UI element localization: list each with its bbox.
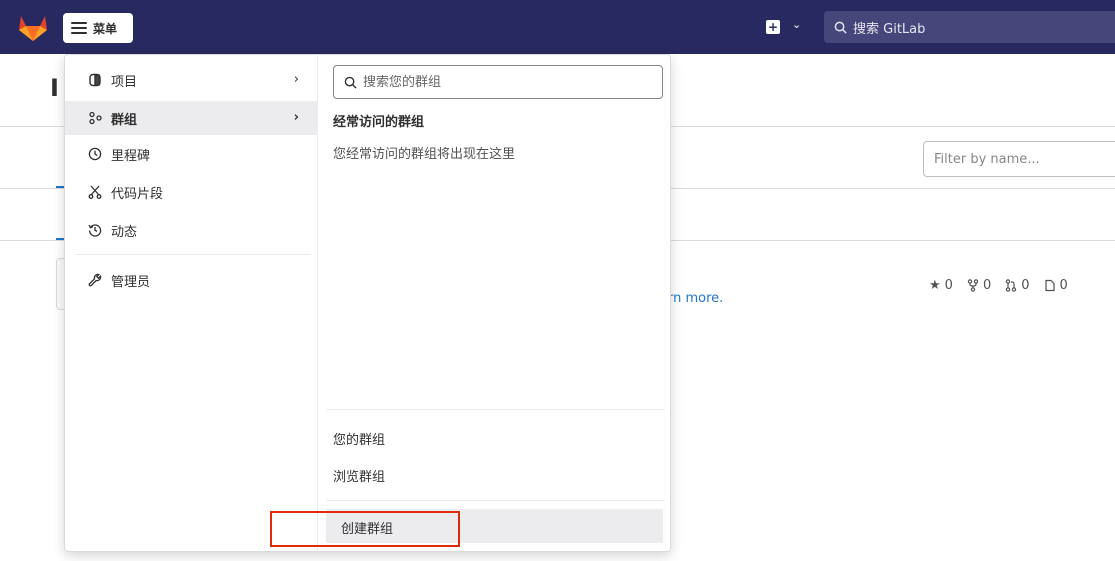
merge-requests-count: 0 <box>1021 278 1030 293</box>
chevron-down-icon[interactable]: ⌄ <box>792 18 801 31</box>
main-menu-label: 菜单 <box>93 21 118 36</box>
group-search-input[interactable] <box>363 74 653 90</box>
menu-item-milestones[interactable]: 里程碑 <box>65 137 317 171</box>
menu-item-label: 管理员 <box>111 274 151 290</box>
menu-item-groups[interactable]: 群组 › <box>65 101 317 135</box>
star-icon: ★ <box>929 278 941 293</box>
group-search-box[interactable] <box>333 65 663 99</box>
issues-count: 0 <box>1059 278 1068 293</box>
forks-count: 0 <box>982 278 992 293</box>
menu-right-column: 经常访问的群组 您经常访问的群组将出现在这里 您的群组 浏览群组 创建群组 <box>317 55 672 551</box>
explore-groups-link[interactable]: 浏览群组 <box>333 466 385 485</box>
menu-item-label: 群组 <box>111 112 138 128</box>
fork-icon <box>967 279 979 292</box>
clock-icon <box>87 146 103 162</box>
project-icon <box>87 72 103 88</box>
project-stats: ★ 0 0 0 0 <box>929 278 1068 293</box>
group-icon <box>87 110 103 126</box>
menu-left-column: 项目 › 群组 › 里程碑 代码片段 动态 管理员 <box>65 55 317 551</box>
merge-request-icon <box>1006 279 1017 292</box>
menu-item-label: 动态 <box>111 224 138 240</box>
menu-item-label: 代码片段 <box>111 186 164 202</box>
issues-stat[interactable]: 0 <box>1044 278 1068 293</box>
divider <box>326 409 665 410</box>
divider <box>326 500 665 501</box>
top-navbar: 菜单 + ⌄ 搜索 GitLab <box>0 0 1115 54</box>
plus-square-icon[interactable]: + <box>766 20 780 34</box>
learn-more-link[interactable]: rn more. <box>668 291 723 306</box>
menu-item-activity[interactable]: 动态 <box>65 213 317 247</box>
page-title: I <box>50 74 59 102</box>
admin-wrench-icon <box>87 272 103 288</box>
issues-icon <box>1044 279 1055 292</box>
frequent-groups-empty-text: 您经常访问的群组将出现在这里 <box>333 147 516 162</box>
merge-requests-stat[interactable]: 0 <box>1005 278 1030 293</box>
search-icon <box>834 21 847 34</box>
chevron-right-icon: › <box>293 110 299 125</box>
stars-stat[interactable]: ★ 0 <box>929 278 953 293</box>
gitlab-logo-icon[interactable] <box>16 12 50 42</box>
global-search-placeholder: 搜索 GitLab <box>853 21 926 37</box>
menu-item-projects[interactable]: 项目 › <box>65 63 317 97</box>
divider <box>75 254 311 255</box>
stars-count: 0 <box>944 278 953 293</box>
main-menu-button[interactable]: 菜单 <box>63 13 133 43</box>
hamburger-icon <box>71 22 87 34</box>
menu-item-snippets[interactable]: 代码片段 <box>65 175 317 209</box>
snippet-icon <box>87 184 103 200</box>
menu-item-label: 里程碑 <box>111 148 151 164</box>
your-groups-link[interactable]: 您的群组 <box>333 429 385 448</box>
filter-by-name-input[interactable] <box>923 141 1115 177</box>
forks-stat[interactable]: 0 <box>967 278 991 293</box>
main-menu-dropdown: 项目 › 群组 › 里程碑 代码片段 动态 管理员 搜索您的群组 经常访问的群组… <box>64 54 671 552</box>
frequent-groups-heading: 经常访问的群组 <box>333 115 425 130</box>
menu-item-admin[interactable]: 管理员 <box>65 263 317 297</box>
chevron-right-icon: › <box>293 72 299 87</box>
history-icon <box>87 222 103 238</box>
search-icon <box>344 76 357 89</box>
menu-item-label: 项目 <box>111 74 138 90</box>
create-group-highlight-box <box>270 511 460 547</box>
global-search-input[interactable]: 搜索 GitLab <box>824 11 1115 43</box>
